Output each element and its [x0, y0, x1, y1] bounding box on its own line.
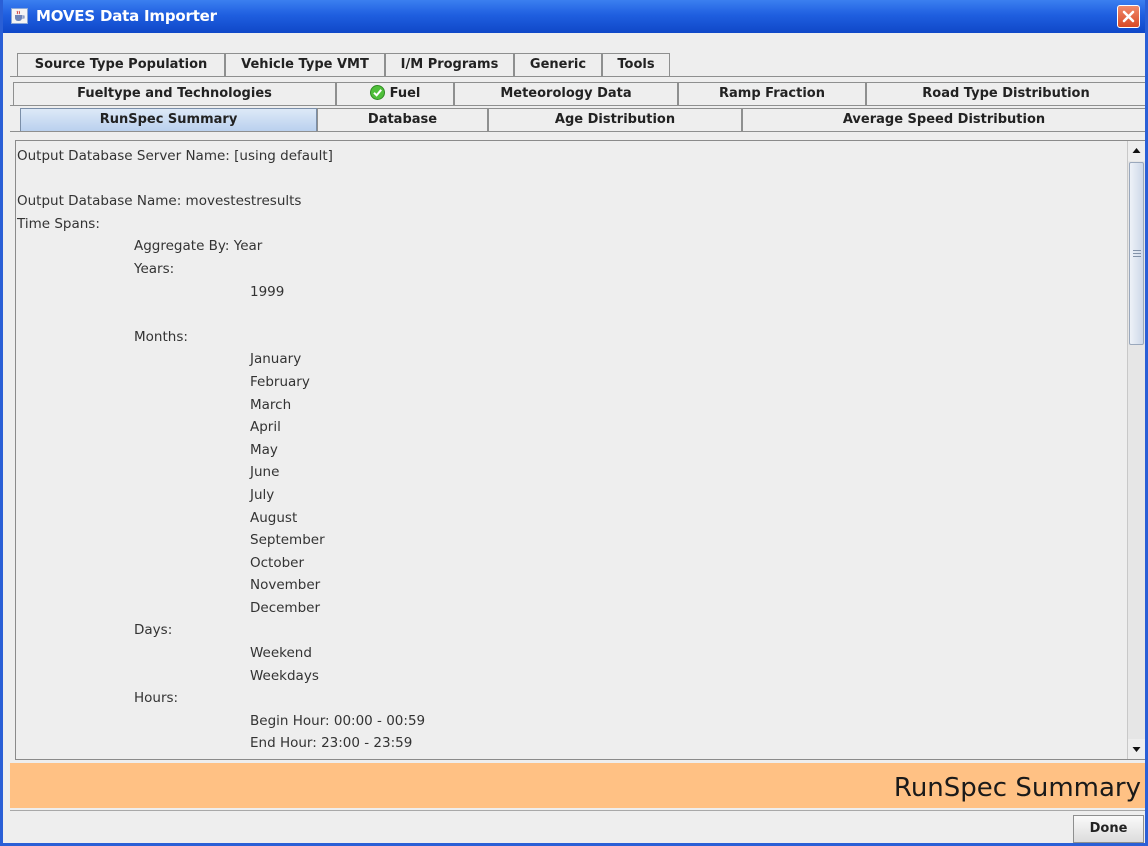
- tab-vehicle-type-vmt[interactable]: Vehicle Type VMT: [225, 53, 385, 77]
- month-item: June: [250, 464, 280, 481]
- months-label: Months:: [134, 328, 188, 345]
- tab-generic[interactable]: Generic: [514, 53, 602, 77]
- arrow-up-icon: [1132, 148, 1141, 153]
- month-item: March: [250, 396, 292, 413]
- done-button[interactable]: Done: [1073, 815, 1144, 843]
- begin-hour-line: Begin Hour: 00:00 - 00:59: [250, 712, 426, 729]
- month-item: August: [250, 509, 298, 526]
- end-hour-line: End Hour: 23:00 - 23:59: [250, 735, 413, 752]
- month-item: May: [250, 441, 278, 458]
- scroll-down-button[interactable]: [1128, 739, 1145, 759]
- tab-divider: [10, 76, 1145, 77]
- tab-average-speed-distribution[interactable]: Average Speed Distribution: [742, 108, 1145, 132]
- month-item: October: [250, 554, 305, 571]
- arrow-down-icon: [1132, 747, 1141, 752]
- tab-fuel[interactable]: Fuel: [336, 82, 454, 106]
- tab-runspec-summary[interactable]: RunSpec Summary: [20, 108, 317, 132]
- tab-fueltype-technologies[interactable]: Fueltype and Technologies: [13, 82, 336, 106]
- title-bar[interactable]: MOVES Data Importer: [3, 0, 1145, 33]
- close-icon: [1122, 10, 1135, 23]
- vertical-scrollbar[interactable]: [1127, 141, 1145, 759]
- tab-divider: [10, 105, 1145, 106]
- runspec-summary-textarea[interactable]: Output Database Server Name: [using defa…: [15, 140, 1145, 760]
- day-item: Weekend: [250, 645, 312, 662]
- window-title: MOVES Data Importer: [36, 7, 217, 25]
- green-check-icon: [369, 85, 385, 100]
- time-spans-label: Time Spans:: [17, 215, 100, 232]
- database-name-line: Output Database Name: movestestresults: [17, 193, 302, 210]
- server-name-line: Output Database Server Name: [using defa…: [17, 148, 333, 164]
- month-item: November: [250, 577, 321, 594]
- scroll-thumb[interactable]: [1129, 162, 1144, 345]
- tab-row-1: Source Type Population Vehicle Type VMT …: [3, 53, 1145, 77]
- tab-road-type-distribution[interactable]: Road Type Distribution: [866, 82, 1145, 106]
- aggregate-by-line: Aggregate By: Year: [134, 238, 263, 255]
- month-item: July: [250, 486, 275, 503]
- importer-window: MOVES Data Importer Source Type Populati…: [0, 0, 1148, 846]
- month-item: April: [250, 419, 281, 436]
- close-button[interactable]: [1117, 5, 1140, 28]
- month-item: February: [250, 373, 310, 390]
- section-banner: RunSpec Summary: [10, 763, 1145, 808]
- scroll-up-button[interactable]: [1128, 141, 1145, 161]
- tab-divider: [10, 131, 1145, 132]
- tab-meteorology-data[interactable]: Meteorology Data: [454, 82, 678, 106]
- java-cup-icon: [11, 8, 28, 24]
- tab-tools[interactable]: Tools: [602, 53, 670, 77]
- summary-text: Output Database Server Name: [using defa…: [17, 145, 1121, 755]
- tab-age-distribution[interactable]: Age Distribution: [488, 108, 742, 132]
- month-item: September: [250, 532, 325, 549]
- years-label: Years:: [134, 260, 175, 277]
- tab-row-2: Fueltype and Technologies Fuel Meteorolo…: [3, 82, 1145, 106]
- year-item: 1999: [250, 283, 285, 300]
- day-item: Weekdays: [250, 667, 319, 684]
- month-item: December: [250, 599, 321, 616]
- tab-source-type-population[interactable]: Source Type Population: [17, 53, 225, 77]
- month-item: January: [250, 351, 302, 368]
- tab-row-3: RunSpec Summary Database Age Distributio…: [3, 108, 1145, 132]
- footer-divider: [10, 810, 1145, 811]
- tab-database[interactable]: Database: [317, 108, 488, 132]
- tab-ramp-fraction[interactable]: Ramp Fraction: [678, 82, 866, 106]
- grip-line: [1133, 250, 1141, 251]
- grip-line: [1133, 256, 1141, 257]
- tab-fuel-label: Fuel: [389, 86, 421, 101]
- hours-label: Hours:: [134, 690, 179, 707]
- grip-line: [1133, 253, 1141, 254]
- tab-im-programs[interactable]: I/M Programs: [385, 53, 514, 77]
- days-label: Days:: [134, 622, 173, 639]
